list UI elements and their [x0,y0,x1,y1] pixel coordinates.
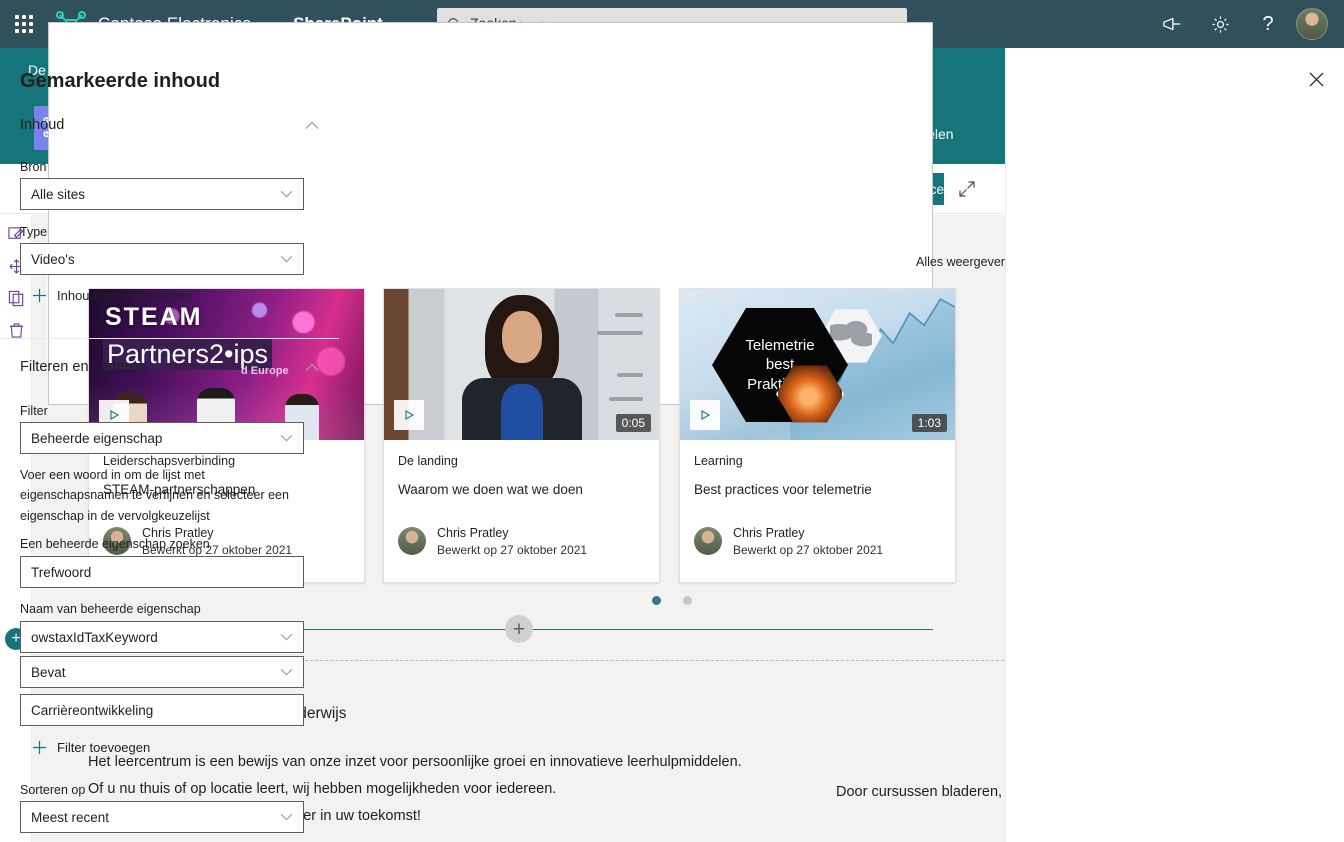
sort-label: Sorteren op [20,783,86,797]
operator-dropdown[interactable]: Bevat [20,656,304,688]
sort-dropdown[interactable]: Meest recent [20,801,304,833]
chevron-up-icon [305,363,319,371]
author-modified-date: Bewerkt op 27 oktober 2021 [437,542,588,557]
chevron-down-icon [280,434,293,442]
help-icon[interactable]: ? [1244,0,1292,48]
add-webpart-button[interactable]: + [505,615,533,643]
operand-input[interactable]: Carrièreontwikkeling [20,694,304,726]
type-label: Type [20,225,48,239]
type-dropdown[interactable]: Video's [20,243,304,275]
add-content-type-label: Inhoudstype toevoegen [57,288,193,303]
delete-icon[interactable] [4,314,29,346]
chevron-down-icon [280,633,293,641]
pane-group-filter-label: Filteren en sorteren [20,359,146,375]
operator-value: Bevat [31,664,66,680]
author-name: Chris Pratley [733,525,805,540]
suite-actions: ? [1148,0,1336,48]
plus-icon [32,288,47,303]
thumbnail-steam-title: STEAM [105,303,203,331]
play-icon [110,409,120,421]
filter-value: Beheerde eigenschap [31,430,163,446]
add-filter-label: Filter toevoegen [57,740,151,755]
play-button[interactable] [394,400,424,430]
filter-label: Filter [20,404,48,418]
play-button[interactable] [690,400,720,430]
card-site-name: Learning [694,454,743,468]
play-icon [701,409,711,421]
chevron-up-icon [305,121,319,129]
source-label: Bron [20,160,47,174]
waffle-icon [15,15,33,33]
property-pane [1005,48,1344,842]
source-dropdown[interactable]: Alle sites [20,178,304,210]
author-avatar [694,527,722,556]
video-duration: 0:05 [615,414,651,432]
close-icon[interactable] [1309,72,1324,92]
chevron-down-icon [280,813,293,821]
managed-property-dropdown[interactable]: owstaxIdTaxKeyword [20,621,304,653]
hexagon-line-1: Telemetrie [745,337,815,355]
chevron-down-icon [280,668,293,676]
text-paragraph-line-1: Het leercentrum is een bewijs van onze i… [88,754,742,770]
duplicate-icon[interactable] [4,282,29,314]
card-thumbnail: Telemetrie best Praktijken 1:03 [680,289,955,440]
pane-title: Gemarkeerde inhoud [20,70,221,92]
search-property-label: Een beheerde eigenschap zoeken [20,537,210,551]
carousel-dot-1[interactable] [652,596,661,605]
add-content-type-button[interactable]: Inhoudstype toevoegen [32,288,192,303]
card-body: Learning Best practices voor telemetrie [680,440,955,497]
pane-group-content-label: Inhoud [20,117,65,133]
chevron-down-icon [280,255,293,263]
type-value: Video's [31,251,75,267]
expand-icon[interactable] [958,180,976,203]
search-property-value: Trefwoord [31,564,92,580]
gear-icon[interactable] [1196,0,1244,48]
add-filter-button[interactable]: Filter toevoegen [32,740,150,755]
author-modified-date: Bewerkt op 27 oktober 2021 [733,542,884,557]
play-icon [405,409,415,421]
author-avatar [398,527,426,556]
card-author: Chris Pratley Bewerkt op 27 oktober 2021 [694,525,883,558]
card-thumbnail: 0:05 [384,289,659,440]
content-card[interactable]: Telemetrie best Praktijken 1:03 Learning… [679,288,956,583]
sort-value: Meest recent [31,809,110,825]
managed-property-label: Naam van beheerde eigenschap [20,602,201,616]
content-card[interactable]: 0:05 De landing Waarom we doen wat we do… [383,288,660,583]
app-launcher-button[interactable] [0,0,48,48]
card-title: Best practices voor telemetrie [694,482,872,497]
pane-group-content[interactable]: Inhoud [20,117,319,133]
author-name: Chris Pratley [437,525,509,540]
filter-dropdown[interactable]: Beheerde eigenschap [20,422,304,454]
card-title: Waarom we doen wat we doen [398,482,583,497]
pane-group-filter-sort[interactable]: Filteren en sorteren [20,359,319,375]
card-author: Chris Pratley Bewerkt op 27 oktober 2021 [398,525,587,558]
view-all-link[interactable]: Alles weergeven [916,255,1008,269]
pane-divider [0,338,339,339]
card-body: De landing Waarom we doen wat we doen [384,440,659,497]
filter-help-text: Voer een woord in om de lijst met eigens… [20,468,289,523]
operand-value: Carrièreontwikkeling [31,702,154,718]
carousel-dot-2[interactable] [683,596,692,605]
plus-icon [32,740,47,755]
megaphone-icon[interactable] [1148,0,1196,48]
search-property-input[interactable]: Trefwoord [20,556,304,588]
user-avatar[interactable] [1296,8,1328,40]
managed-property-value: owstaxIdTaxKeyword [31,629,158,645]
video-duration: 1:03 [911,414,947,432]
chevron-down-icon [280,190,293,198]
card-site-name: De landing [398,454,458,468]
source-value: Alle sites [31,186,86,202]
